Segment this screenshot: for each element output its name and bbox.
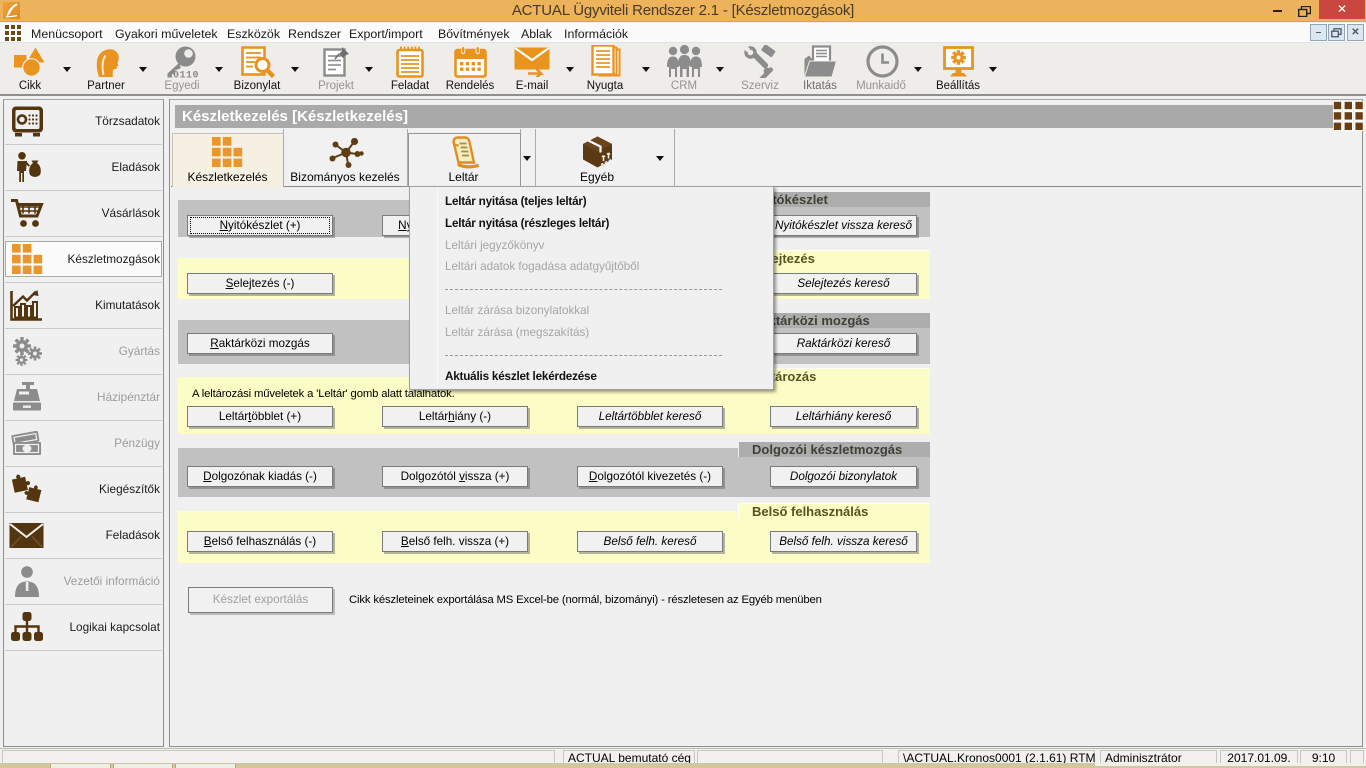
svg-text:0110: 0110 xyxy=(173,71,198,79)
